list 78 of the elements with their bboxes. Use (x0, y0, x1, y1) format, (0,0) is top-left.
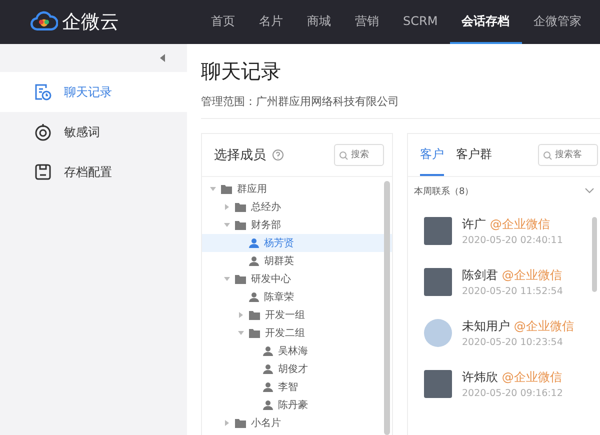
member-search-field[interactable]: 搜索 (334, 144, 384, 166)
nav-tab[interactable]: SCRM (391, 0, 450, 44)
customer-search-field[interactable]: 搜索客 (538, 144, 598, 166)
brand-name: 企微云 (62, 10, 119, 35)
caret-down-icon[interactable] (224, 276, 230, 282)
nav-tab[interactable]: 商城 (295, 0, 343, 44)
tree-node[interactable]: 胡群英 (202, 252, 392, 270)
folder-icon (235, 220, 246, 230)
photo-placeholder (424, 370, 452, 398)
contact-time: 2020-05-20 09:16:12 (462, 388, 563, 398)
chevron-down-icon[interactable] (585, 188, 594, 194)
scrollbar[interactable] (384, 181, 390, 435)
sidebar-item[interactable]: 存档配置 (0, 152, 187, 192)
folder-icon (235, 418, 246, 428)
collapse-icon[interactable] (160, 54, 165, 62)
avatar-circle (424, 318, 452, 346)
caret-down-icon[interactable] (224, 222, 230, 228)
folder-icon (221, 184, 232, 194)
tree-node[interactable]: 研发中心 (202, 270, 392, 288)
contact-time: 2020-05-20 11:52:54 (462, 286, 563, 296)
contact-name: 未知用户 @企业微信 (462, 318, 574, 334)
person-icon (263, 400, 273, 410)
folder-icon (235, 274, 246, 284)
tree-node[interactable]: 群应用 (202, 180, 392, 198)
contact-item[interactable]: 许广 @企业微信 2020-05-20 02:40:11 (408, 205, 600, 256)
caret-right-icon[interactable] (238, 312, 244, 318)
person-icon (263, 382, 273, 392)
contact-time: 2020-05-20 02:40:11 (462, 234, 563, 246)
cloud-logo-icon (30, 11, 58, 33)
tree-node[interactable]: 陈章荣 (202, 288, 392, 306)
nav-tab[interactable]: 首页 (199, 0, 247, 44)
nav-tab[interactable]: 营销 (343, 0, 391, 44)
folder-icon (249, 328, 260, 338)
contact-item[interactable]: 未知用户 @企业微信 2020-05-20 10:23:54 (408, 307, 600, 358)
members-title: 选择成员 (214, 147, 266, 164)
scrollbar[interactable] (592, 217, 597, 292)
person-icon (249, 238, 259, 248)
person-icon (263, 346, 273, 356)
customer-tab[interactable]: 客户群 (456, 134, 492, 176)
contact-name: 陈剑君 @企业微信 (462, 266, 563, 284)
alert-circle-icon (34, 123, 52, 141)
contact-item[interactable]: 陈剑君 @企业微信 2020-05-20 11:52:54 (408, 256, 600, 307)
help-icon[interactable] (272, 149, 284, 161)
contact-name: 许广 @企业微信 (462, 216, 551, 232)
sidebar-item[interactable]: 聊天记录 (0, 72, 187, 112)
group-label: 本周联系（8） (414, 186, 474, 198)
tree-node[interactable]: 吴林海 (202, 342, 392, 360)
customer-tab[interactable]: 客户 (420, 134, 444, 176)
caret-down-icon[interactable] (210, 186, 216, 192)
nav-tab[interactable]: 名片 (247, 0, 295, 44)
tree-node[interactable]: 财务部 (202, 216, 392, 234)
scope-text: 管理范围：广州群应用网络科技有限公司 (201, 94, 600, 119)
document-clock-icon (34, 83, 52, 101)
tree-node[interactable]: 小名片 (202, 414, 392, 432)
photo-placeholder (424, 268, 452, 296)
sidebar-item[interactable]: 敏感词 (0, 112, 187, 152)
tree-node[interactable]: 开发一组 (202, 306, 392, 324)
caret-down-icon[interactable] (238, 330, 244, 336)
tree-node[interactable]: 胡俊才 (202, 360, 392, 378)
photo-placeholder (424, 216, 452, 244)
person-icon (249, 256, 259, 266)
caret-right-icon[interactable] (224, 420, 230, 426)
folder-icon (249, 310, 260, 320)
contact-time: 2020-05-20 10:23:54 (462, 336, 564, 348)
caret-right-icon[interactable] (224, 204, 230, 210)
contact-name: 许炜欣 @企业微信 (462, 368, 563, 386)
tree-node[interactable]: 杨芳贤 (202, 234, 392, 252)
tree-node[interactable]: 陈丹豪 (202, 396, 392, 414)
tree-node[interactable]: 李智 (202, 378, 392, 396)
folder-icon (235, 202, 246, 212)
person-icon (263, 364, 273, 374)
tree-node[interactable]: 开发二组 (202, 324, 392, 342)
nav-tab[interactable]: 企微管家 (522, 0, 594, 44)
page-title: 聊天记录 (201, 58, 282, 85)
person-icon (249, 292, 259, 302)
contact-item[interactable]: 许炜欣 @企业微信 2020-05-20 09:16:12 (408, 358, 600, 409)
nav-tab[interactable]: 会话存档 (450, 0, 522, 44)
tree-node[interactable]: 总经办 (202, 198, 392, 216)
